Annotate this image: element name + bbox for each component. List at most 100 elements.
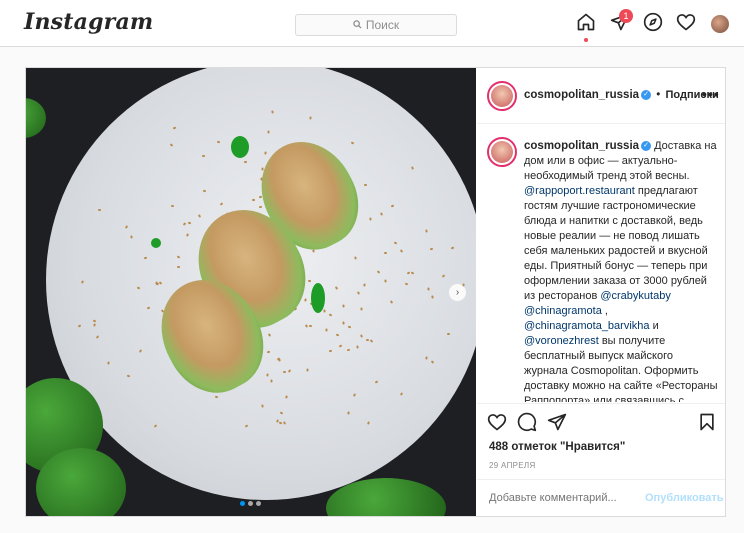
share-button[interactable] bbox=[547, 412, 567, 432]
seed-decoration bbox=[267, 332, 271, 337]
carousel-dot bbox=[240, 501, 245, 506]
save-button[interactable] bbox=[697, 412, 717, 432]
seed-decoration bbox=[399, 392, 403, 397]
caption-author-avatar[interactable] bbox=[487, 137, 517, 167]
like-button[interactable] bbox=[487, 412, 507, 432]
verified-icon: ✓ bbox=[641, 141, 652, 152]
nav-direct-button[interactable]: 1 bbox=[609, 9, 633, 35]
caption-text-segment: предлагают гостям лучшие гастрономически… bbox=[524, 185, 708, 302]
seed-decoration bbox=[158, 281, 163, 285]
seed-decoration bbox=[266, 373, 269, 377]
seed-decoration bbox=[410, 271, 415, 275]
caption-mention-link[interactable]: @voronezhrest bbox=[524, 335, 599, 347]
seed-decoration bbox=[363, 283, 367, 287]
heart-icon bbox=[487, 414, 507, 436]
seed-decoration bbox=[244, 424, 249, 428]
nav-home-button[interactable] bbox=[575, 13, 597, 42]
author-avatar[interactable] bbox=[487, 81, 517, 111]
caption-text: cosmopolitan_russia ✓ Доставка на дом или… bbox=[524, 139, 719, 402]
caption-mention-link[interactable]: @chinagramota_barvikha bbox=[524, 320, 650, 332]
author-username[interactable]: cosmopolitan_russia bbox=[524, 89, 639, 101]
moss-decoration bbox=[26, 98, 46, 138]
seed-decoration bbox=[356, 291, 360, 296]
seed-decoration bbox=[185, 233, 189, 237]
seed-decoration bbox=[288, 369, 292, 374]
seed-decoration bbox=[259, 205, 263, 209]
instagram-logo[interactable]: Instagram bbox=[24, 9, 153, 35]
post-date[interactable]: 29 АПРЕЛЯ bbox=[489, 461, 536, 470]
seed-decoration bbox=[92, 319, 97, 322]
home-active-dot bbox=[584, 38, 588, 42]
seed-decoration bbox=[389, 299, 394, 304]
verified-icon: ✓ bbox=[641, 89, 652, 100]
seed-decoration bbox=[429, 247, 434, 251]
seed-decoration bbox=[369, 338, 374, 343]
post-actions: 488 отметок "Нравится" 29 АПРЕЛЯ Опублик… bbox=[477, 403, 725, 516]
seed-decoration bbox=[202, 154, 206, 157]
likes-count[interactable]: 488 отметок "Нравится" bbox=[489, 441, 625, 453]
seed-decoration bbox=[341, 321, 345, 325]
seed-decoration bbox=[323, 309, 326, 313]
seed-decoration bbox=[352, 392, 356, 397]
more-options-button[interactable]: ••• bbox=[702, 86, 720, 102]
seed-decoration bbox=[304, 298, 307, 302]
seed-decoration bbox=[329, 349, 333, 353]
seed-decoration bbox=[219, 202, 224, 206]
seed-decoration bbox=[216, 140, 220, 143]
seed-decoration bbox=[176, 255, 181, 259]
carousel-dot bbox=[248, 501, 253, 506]
caption-mention-link[interactable]: @chinagramota bbox=[524, 305, 602, 317]
seed-decoration bbox=[198, 213, 202, 218]
carousel-next-button[interactable]: › bbox=[449, 284, 466, 301]
seed-decoration bbox=[394, 240, 398, 245]
nav-explore-button[interactable] bbox=[642, 12, 664, 35]
seed-decoration bbox=[336, 333, 340, 337]
caption-text-segment: , bbox=[601, 305, 608, 317]
seed-decoration bbox=[261, 403, 265, 408]
carousel-indicator bbox=[240, 501, 261, 506]
nav-activity-button[interactable] bbox=[675, 13, 697, 35]
top-navigation-bar: Instagram Поиск 1 bbox=[0, 0, 744, 47]
post-sidebar: cosmopolitan_russia ✓ • Подписки ••• cosm… bbox=[477, 68, 725, 516]
publish-button[interactable]: Опубликовать bbox=[645, 492, 724, 504]
seed-decoration bbox=[360, 307, 363, 312]
seed-decoration bbox=[342, 304, 345, 308]
seed-decoration bbox=[369, 216, 373, 221]
search-icon bbox=[353, 18, 362, 32]
seed-decoration bbox=[277, 357, 281, 362]
carousel-dot bbox=[256, 501, 261, 506]
comment-input[interactable] bbox=[489, 492, 639, 504]
seed-decoration bbox=[309, 116, 312, 120]
seed-decoration bbox=[306, 368, 309, 373]
seed-decoration bbox=[263, 151, 267, 155]
seed-decoration bbox=[283, 370, 287, 374]
seed-decoration bbox=[267, 130, 270, 134]
seed-decoration bbox=[266, 350, 271, 353]
seed-decoration bbox=[379, 212, 383, 216]
seed-decoration bbox=[93, 323, 97, 327]
caption-username[interactable]: cosmopolitan_russia bbox=[524, 140, 639, 152]
seed-decoration bbox=[270, 379, 273, 383]
seed-decoration bbox=[187, 221, 192, 225]
comment-button[interactable] bbox=[517, 412, 537, 432]
seed-decoration bbox=[202, 189, 207, 192]
follow-separator: • bbox=[656, 89, 661, 101]
seed-decoration bbox=[374, 380, 379, 384]
seed-decoration bbox=[282, 420, 287, 425]
seed-decoration bbox=[126, 374, 131, 378]
profile-avatar[interactable] bbox=[711, 15, 729, 33]
seed-decoration bbox=[77, 324, 82, 328]
caption-mention-link[interactable]: @crabykutaby bbox=[600, 290, 670, 302]
seed-decoration bbox=[347, 325, 351, 329]
search-box[interactable]: Поиск bbox=[295, 14, 457, 36]
caption-text-segment: и bbox=[649, 320, 659, 332]
seed-decoration bbox=[350, 141, 355, 145]
post-photo[interactable]: › bbox=[26, 68, 476, 516]
caption-mention-link[interactable]: @rappoport.restaurant bbox=[524, 185, 635, 197]
herb-drop bbox=[231, 136, 249, 158]
seed-decoration bbox=[446, 332, 450, 336]
seed-decoration bbox=[384, 252, 388, 255]
seed-decoration bbox=[359, 333, 363, 338]
heart-icon bbox=[676, 12, 696, 37]
seed-decoration bbox=[251, 198, 255, 202]
